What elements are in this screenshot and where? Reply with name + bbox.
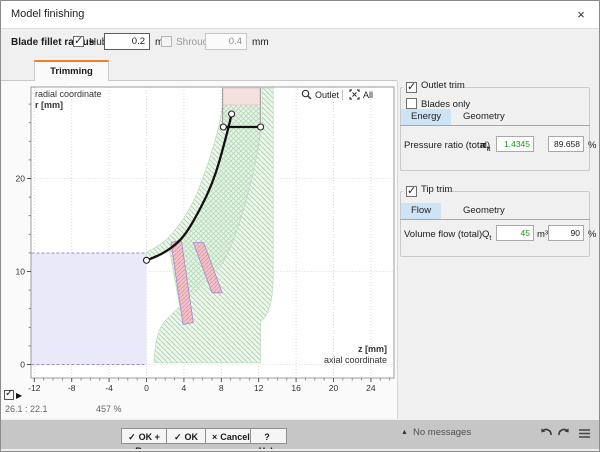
cursor-coordinates: 26.1 : 22.1 bbox=[5, 404, 48, 414]
x-axis-title: axial coordinate bbox=[324, 355, 387, 365]
hub-fillet-input[interactable]: 0.2 bbox=[104, 33, 150, 50]
marker-shroud-outlet[interactable] bbox=[229, 111, 235, 117]
shroud-fillet-input: 0.4 bbox=[205, 33, 247, 50]
svg-text:8: 8 bbox=[219, 383, 224, 393]
pressure-ratio-input[interactable]: 1.4345 bbox=[496, 136, 534, 152]
volume-flow-symbol: Qt bbox=[482, 229, 491, 242]
zoom-outlet-button[interactable]: Outlet bbox=[301, 89, 339, 100]
model-finishing-dialog: Model finishing × Blade fillet radius Hu… bbox=[0, 0, 600, 452]
close-icon[interactable]: × bbox=[569, 4, 593, 26]
toolbar-separator bbox=[342, 90, 343, 100]
redo-icon[interactable] bbox=[557, 426, 571, 439]
svg-text:-12: -12 bbox=[28, 383, 41, 393]
menu-icon[interactable] bbox=[578, 428, 591, 439]
x-axis-unit: z [mm] bbox=[358, 344, 387, 354]
shroud-checkbox[interactable] bbox=[161, 36, 172, 47]
question-icon: ? bbox=[264, 432, 270, 442]
svg-text:-8: -8 bbox=[68, 383, 76, 393]
collapse-messages-icon[interactable]: ▲ bbox=[401, 429, 408, 436]
tab-outlet-geometry[interactable]: Geometry bbox=[453, 109, 515, 125]
dialog-title: Model finishing bbox=[11, 8, 84, 20]
tab-flow[interactable]: Flow bbox=[401, 203, 441, 219]
no-messages-label: No messages bbox=[413, 427, 471, 438]
outlet-trim-checkbox[interactable] bbox=[406, 82, 417, 93]
svg-text:12: 12 bbox=[254, 383, 264, 393]
tip-trim-checkbox[interactable] bbox=[406, 186, 417, 197]
tip-trim-group bbox=[400, 191, 590, 257]
inlet-region bbox=[32, 253, 147, 365]
tip-trim-title[interactable]: Tip trim bbox=[421, 184, 452, 195]
zoom-percentage: 457 % bbox=[96, 404, 122, 414]
zoom-all-label: All bbox=[363, 90, 373, 100]
marker-trim-right[interactable] bbox=[258, 124, 264, 130]
help-button[interactable]: ?Help bbox=[250, 428, 287, 444]
pressure-ratio-symbol: πtt bbox=[480, 140, 490, 153]
hub-checkbox[interactable] bbox=[73, 36, 84, 47]
undo-icon[interactable] bbox=[539, 426, 553, 439]
tab-tip-geometry[interactable]: Geometry bbox=[453, 203, 515, 219]
volume-flow-label: Volume flow (total) bbox=[404, 229, 482, 240]
svg-text:0: 0 bbox=[144, 383, 149, 393]
check-icon: ✓ bbox=[174, 432, 182, 442]
pressure-ratio-label: Pressure ratio (total) bbox=[404, 140, 490, 151]
svg-text:-4: -4 bbox=[105, 383, 113, 393]
marker-shroud-inlet[interactable] bbox=[144, 257, 150, 263]
close-x-icon: × bbox=[212, 432, 217, 442]
check-icon: ✓ bbox=[128, 432, 136, 442]
shroud-checkbox-label[interactable]: Shroud bbox=[176, 37, 208, 48]
auto-apply-toggle-icon[interactable] bbox=[4, 390, 14, 400]
svg-text:4: 4 bbox=[182, 383, 187, 393]
outlet-trim-cutoff-region bbox=[223, 88, 261, 105]
tip-trim-header: Tip trim bbox=[403, 185, 440, 197]
svg-text:20: 20 bbox=[329, 383, 339, 393]
svg-text:24: 24 bbox=[366, 383, 376, 393]
magnifier-icon bbox=[301, 89, 312, 100]
pressure-ratio-percent-unit: % bbox=[588, 140, 596, 151]
outlet-trim-title[interactable]: Outlet trim bbox=[421, 80, 465, 91]
volume-flow-percent-input[interactable]: 90 bbox=[548, 225, 584, 241]
svg-text:10: 10 bbox=[16, 267, 26, 277]
tip-tabs-underline bbox=[400, 219, 590, 220]
trimming-pane: -12 -8 -4 0 4 8 12 16 20 24 0 10 20 radial coordinat… bbox=[1, 81, 397, 419]
volume-flow-input[interactable]: 45 bbox=[496, 225, 534, 241]
outlet-trim-header: Outlet trim bbox=[403, 81, 453, 93]
cancel-button[interactable]: ×Cancel bbox=[205, 428, 251, 444]
svg-text:20: 20 bbox=[16, 174, 26, 184]
pressure-ratio-percent-input[interactable]: 89.658 bbox=[548, 136, 584, 152]
ok-run-button[interactable]: ✓OK + Run bbox=[121, 428, 167, 444]
outlet-tabs-underline bbox=[400, 125, 590, 126]
volume-flow-percent-unit: % bbox=[588, 229, 596, 240]
blades-only-checkbox[interactable] bbox=[406, 98, 417, 109]
svg-text:16: 16 bbox=[291, 383, 301, 393]
svg-text:0: 0 bbox=[20, 360, 25, 370]
shroud-fillet-unit: mm bbox=[252, 37, 269, 48]
ok-button[interactable]: ✓OK bbox=[166, 428, 206, 444]
title-bar: Model finishing × bbox=[1, 1, 599, 29]
tab-energy[interactable]: Energy bbox=[401, 109, 451, 125]
meridional-chart-canvas[interactable]: -12 -8 -4 0 4 8 12 16 20 24 0 10 20 bbox=[1, 81, 397, 419]
footer-band bbox=[1, 420, 600, 449]
y-axis-unit: r [mm] bbox=[35, 100, 63, 110]
zoom-all-button[interactable]: All bbox=[349, 89, 373, 100]
tab-trimming[interactable]: Trimming bbox=[34, 60, 109, 81]
play-icon: ▶ bbox=[16, 391, 22, 400]
expand-all-icon bbox=[349, 89, 360, 100]
zoom-outlet-label: Outlet bbox=[315, 90, 339, 100]
y-axis-title: radial coordinate bbox=[35, 89, 102, 99]
marker-trim-left[interactable] bbox=[220, 124, 226, 130]
